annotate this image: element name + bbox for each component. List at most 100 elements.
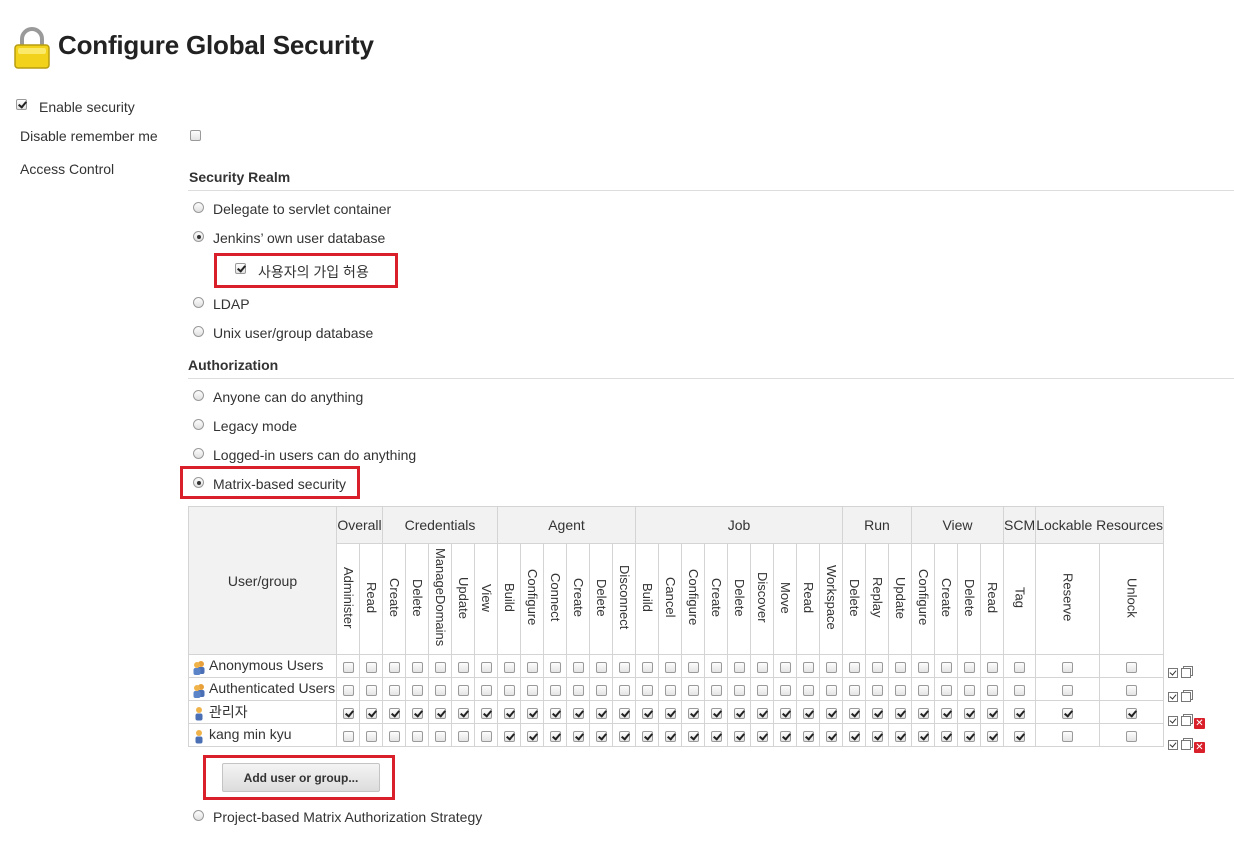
permission-checkbox[interactable] [411,661,423,673]
permission-checkbox[interactable] [825,661,837,673]
permission-checkbox[interactable] [572,707,584,719]
permission-checkbox[interactable] [710,730,722,742]
permission-checkbox[interactable] [641,707,653,719]
permission-checkbox[interactable] [756,730,768,742]
permission-checkbox[interactable] [549,684,561,696]
permission-checkbox[interactable] [549,707,561,719]
select-all-icon[interactable] [1168,740,1178,750]
permission-checkbox[interactable] [1062,684,1074,696]
permission-checkbox[interactable] [595,661,607,673]
permission-checkbox[interactable] [779,684,791,696]
permission-checkbox[interactable] [664,730,676,742]
auth-project-matrix-radio[interactable] [193,810,204,821]
permission-checkbox[interactable] [848,684,860,696]
unselect-all-icon[interactable] [1181,716,1191,726]
permission-checkbox[interactable] [917,707,929,719]
permission-checkbox[interactable] [503,730,515,742]
permission-checkbox[interactable] [1126,707,1138,719]
permission-checkbox[interactable] [710,707,722,719]
permission-checkbox[interactable] [365,730,377,742]
permission-checkbox[interactable] [848,661,860,673]
permission-checkbox[interactable] [963,661,975,673]
permission-checkbox[interactable] [572,661,584,673]
permission-checkbox[interactable] [664,661,676,673]
permission-checkbox[interactable] [480,730,492,742]
permission-checkbox[interactable] [664,684,676,696]
permission-checkbox[interactable] [825,730,837,742]
permission-checkbox[interactable] [618,707,630,719]
select-all-icon[interactable] [1168,692,1178,702]
permission-checkbox[interactable] [664,707,676,719]
permission-checkbox[interactable] [526,730,538,742]
permission-checkbox[interactable] [733,707,745,719]
permission-checkbox[interactable] [572,684,584,696]
permission-checkbox[interactable] [411,730,423,742]
permission-checkbox[interactable] [503,661,515,673]
select-all-icon[interactable] [1168,668,1178,678]
permission-checkbox[interactable] [526,684,538,696]
permission-checkbox[interactable] [894,684,906,696]
permission-checkbox[interactable] [434,661,446,673]
permission-checkbox[interactable] [572,730,584,742]
disable-remember-me-checkbox[interactable] [190,130,201,141]
permission-checkbox[interactable] [434,684,446,696]
permission-checkbox[interactable] [365,707,377,719]
permission-checkbox[interactable] [779,661,791,673]
permission-checkbox[interactable] [1062,730,1074,742]
permission-checkbox[interactable] [388,661,400,673]
permission-checkbox[interactable] [595,707,607,719]
auth-anyone-radio[interactable] [193,390,204,401]
permission-checkbox[interactable] [848,707,860,719]
permission-checkbox[interactable] [756,707,768,719]
permission-checkbox[interactable] [1014,684,1026,696]
permission-checkbox[interactable] [457,684,469,696]
permission-checkbox[interactable] [503,684,515,696]
permission-checkbox[interactable] [1126,730,1138,742]
unselect-all-icon[interactable] [1181,692,1191,702]
permission-checkbox[interactable] [641,661,653,673]
allow-signup-checkbox[interactable] [235,263,246,274]
permission-checkbox[interactable] [986,684,998,696]
permission-checkbox[interactable] [894,707,906,719]
permission-checkbox[interactable] [641,684,653,696]
permission-checkbox[interactable] [434,730,446,742]
permission-checkbox[interactable] [733,730,745,742]
permission-checkbox[interactable] [388,730,400,742]
permission-checkbox[interactable] [618,661,630,673]
permission-checkbox[interactable] [1126,661,1138,673]
permission-checkbox[interactable] [917,730,929,742]
permission-checkbox[interactable] [641,730,653,742]
permission-checkbox[interactable] [687,707,699,719]
permission-checkbox[interactable] [779,707,791,719]
permission-checkbox[interactable] [802,730,814,742]
permission-checkbox[interactable] [1062,661,1074,673]
permission-checkbox[interactable] [871,684,883,696]
permission-checkbox[interactable] [710,684,722,696]
permission-checkbox[interactable] [480,661,492,673]
permission-checkbox[interactable] [411,707,423,719]
enable-security-checkbox[interactable] [16,99,27,110]
permission-checkbox[interactable] [940,661,952,673]
permission-checkbox[interactable] [457,707,469,719]
auth-loggedin-radio[interactable] [193,448,204,459]
permission-checkbox[interactable] [1014,707,1026,719]
select-all-icon[interactable] [1168,716,1178,726]
permission-checkbox[interactable] [710,661,722,673]
permission-checkbox[interactable] [1014,730,1026,742]
permission-checkbox[interactable] [687,730,699,742]
permission-checkbox[interactable] [986,661,998,673]
permission-checkbox[interactable] [342,684,354,696]
permission-checkbox[interactable] [802,707,814,719]
permission-checkbox[interactable] [365,661,377,673]
realm-ldap-radio[interactable] [193,297,204,308]
permission-checkbox[interactable] [388,707,400,719]
permission-checkbox[interactable] [940,684,952,696]
permission-checkbox[interactable] [871,661,883,673]
permission-checkbox[interactable] [802,684,814,696]
permission-checkbox[interactable] [342,661,354,673]
permission-checkbox[interactable] [940,730,952,742]
permission-checkbox[interactable] [457,661,469,673]
permission-checkbox[interactable] [342,730,354,742]
permission-checkbox[interactable] [733,661,745,673]
permission-checkbox[interactable] [894,730,906,742]
